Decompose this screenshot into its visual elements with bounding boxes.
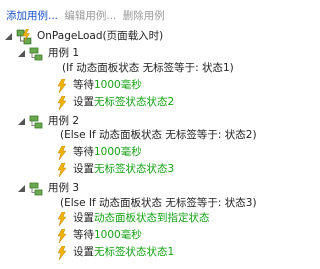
case-title: 用例 1	[48, 47, 80, 59]
collapse-triangle-icon[interactable]	[17, 49, 26, 58]
action-prefix: 等待	[73, 79, 94, 91]
action-prefix: 设置	[73, 96, 94, 108]
action-value: 无标签状态状态1	[94, 246, 175, 258]
case-row[interactable]: 用例 2	[17, 114, 79, 129]
case-icon	[29, 47, 43, 60]
case-toolbar: 添加用例... 编辑用例... 删除用例	[6, 9, 165, 23]
condition-text: (If 动态面板状态 无标签等于: 状态1)	[62, 62, 234, 74]
action-value: 无标签状态状态2	[94, 96, 175, 108]
case-title: 用例 2	[48, 115, 80, 127]
case-condition: (Else If 动态面板状态 无标签等于: 状态2)	[60, 128, 257, 143]
lightning-icon	[57, 228, 67, 243]
lightning-icon	[57, 95, 67, 110]
collapse-triangle-icon[interactable]	[4, 32, 13, 41]
lightning-icon	[57, 78, 67, 93]
edit-case-link[interactable]: 编辑用例...	[64, 10, 116, 22]
event-lightning-icon	[16, 28, 32, 44]
lightning-icon	[57, 145, 67, 160]
action-value: 1000毫秒	[94, 229, 142, 241]
action-value: 1000毫秒	[94, 79, 142, 91]
action-prefix: 设置	[73, 246, 94, 258]
condition-text: (Else If 动态面板状态 无标签等于: 状态2)	[60, 129, 257, 141]
action-row[interactable]: 设置 动态面板状态到指定状态	[56, 211, 210, 226]
lightning-icon	[57, 162, 67, 177]
event-row[interactable]: OnPageLoad(页面载入时)	[4, 28, 164, 44]
action-row[interactable]: 设置 无标签状态状态3	[56, 162, 174, 177]
add-case-link[interactable]: 添加用例...	[6, 10, 58, 22]
case-row[interactable]: 用例 3	[17, 181, 79, 196]
action-row[interactable]: 等待 1000毫秒	[56, 78, 142, 93]
case-icon	[29, 115, 43, 128]
case-icon	[29, 182, 43, 195]
action-prefix: 等待	[73, 229, 94, 241]
lightning-icon	[57, 245, 67, 260]
action-prefix: 等待	[73, 146, 94, 158]
condition-text: (Else If 动态面板状态 无标签等于: 状态3)	[60, 197, 257, 209]
action-row[interactable]: 等待 1000毫秒	[56, 228, 142, 243]
case-condition: (Else If 动态面板状态 无标签等于: 状态3)	[60, 196, 257, 211]
action-prefix: 设置	[73, 212, 94, 224]
case-title: 用例 3	[48, 182, 80, 194]
collapse-triangle-icon[interactable]	[17, 184, 26, 193]
action-row[interactable]: 设置 无标签状态状态1	[56, 245, 174, 260]
delete-case-link[interactable]: 删除用例	[123, 10, 165, 22]
collapse-triangle-icon[interactable]	[17, 117, 26, 126]
event-label: OnPageLoad(页面载入时)	[37, 30, 164, 42]
action-row[interactable]: 等待 1000毫秒	[56, 145, 142, 160]
action-prefix: 设置	[73, 163, 94, 175]
action-row[interactable]: 设置 无标签状态状态2	[56, 95, 174, 110]
case-condition: (If 动态面板状态 无标签等于: 状态1)	[62, 61, 234, 76]
action-value: 1000毫秒	[94, 146, 142, 158]
case-row[interactable]: 用例 1	[17, 46, 79, 61]
lightning-icon	[57, 211, 67, 226]
action-value: 无标签状态状态3	[94, 163, 175, 175]
action-value: 动态面板状态到指定状态	[94, 212, 210, 224]
